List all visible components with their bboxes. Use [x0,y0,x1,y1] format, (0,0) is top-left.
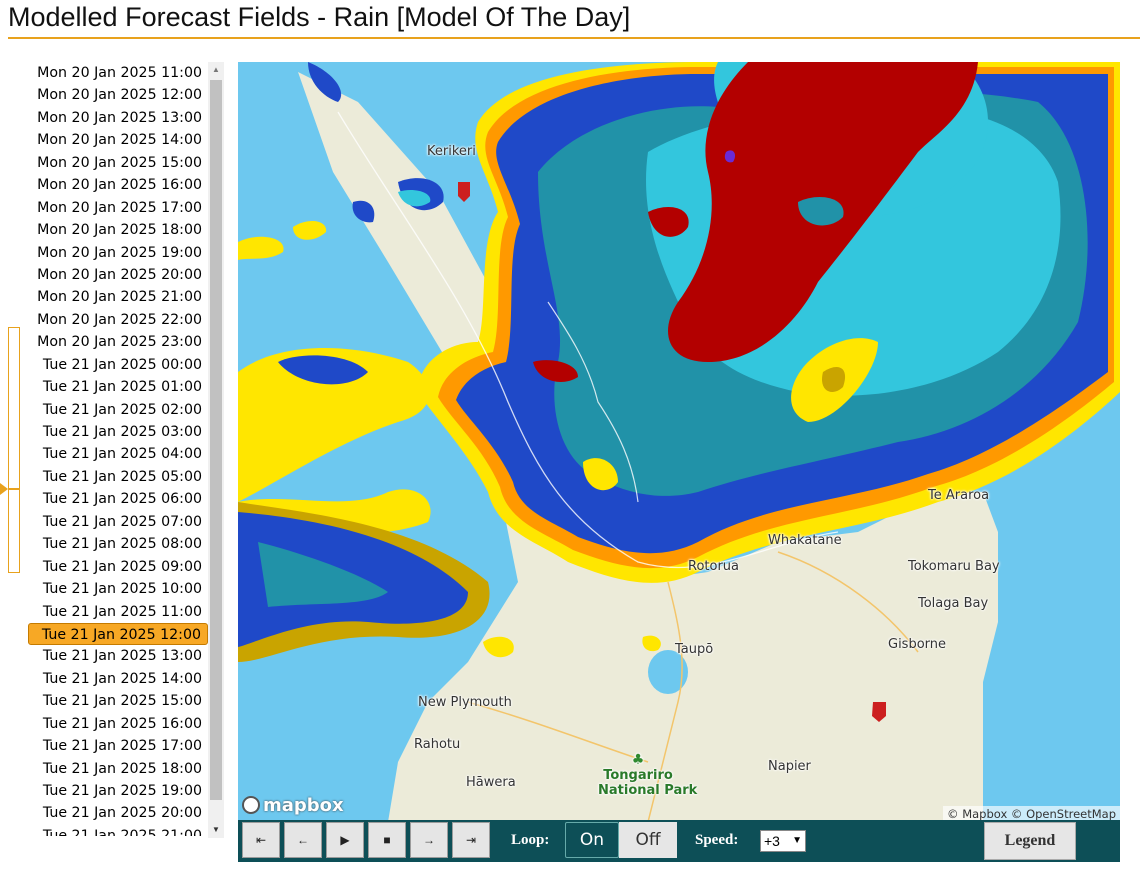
time-item[interactable]: Mon 20 Jan 2025 14:00 [28,129,208,151]
scroll-down-icon[interactable]: ▼ [208,822,224,838]
time-item[interactable]: Mon 20 Jan 2025 12:00 [28,84,208,106]
time-item[interactable]: Mon 20 Jan 2025 21:00 [28,286,208,308]
time-item[interactable]: Mon 20 Jan 2025 20:00 [28,264,208,286]
time-item[interactable]: Mon 20 Jan 2025 18:00 [28,219,208,241]
time-item[interactable]: Tue 21 Jan 2025 18:00 [28,758,208,780]
place-label: Gisborne [888,637,947,652]
place-label: Taupō [675,642,714,657]
place-label: Tolaga Bay [918,596,989,611]
time-item[interactable]: Mon 20 Jan 2025 16:00 [28,174,208,196]
time-item[interactable]: Tue 21 Jan 2025 01:00 [28,376,208,398]
play-button[interactable]: ▶ [326,822,364,858]
first-frame-button[interactable]: ⇤ [242,822,280,858]
time-item[interactable]: Tue 21 Jan 2025 17:00 [28,735,208,757]
skip-first-icon: ⇤ [255,833,267,847]
previous-frame-button[interactable]: ← [284,822,322,858]
time-item[interactable]: Tue 21 Jan 2025 14:00 [28,668,208,690]
place-label: Napier [768,759,811,774]
title-divider [8,37,1140,39]
time-list[interactable]: Mon 20 Jan 2025 11:00 Mon 20 Jan 2025 12:… [28,62,208,836]
park-icon: ♣ [631,752,645,768]
time-pointer-icon [0,483,8,495]
place-label: Hāwera [466,775,516,790]
place-label: Kerikeri [427,144,476,159]
time-item[interactable]: Tue 21 Jan 2025 16:00 [28,713,208,735]
animation-toolbar: ⇤ ← ▶ ■ → ⇥ Loop: On Off Speed: +3 ▼ Leg… [238,820,1120,862]
time-item[interactable]: Tue 21 Jan 2025 07:00 [28,511,208,533]
place-label: Rotorua [688,559,740,574]
time-item[interactable]: Tue 21 Jan 2025 19:00 [28,780,208,802]
stop-icon: ■ [383,833,391,847]
play-icon: ▶ [340,833,350,847]
time-item[interactable]: Tue 21 Jan 2025 11:00 [28,601,208,623]
time-item[interactable]: Tue 21 Jan 2025 08:00 [28,533,208,555]
time-item[interactable]: Tue 21 Jan 2025 04:00 [28,443,208,465]
time-item[interactable]: Tue 21 Jan 2025 02:00 [28,399,208,421]
page-title: Modelled Forecast Fields - Rain [Model O… [8,2,631,32]
place-label: Whakatane [768,533,842,548]
loop-on-button[interactable]: On [565,822,619,858]
park-label: ♣ Tongariro National Park [598,752,698,798]
place-label: New Plymouth [418,695,512,710]
forecast-map[interactable]: Kerikeri Te Araroa Whakatane Rotorua Tok… [238,62,1120,822]
time-item[interactable]: Mon 20 Jan 2025 23:00 [28,331,208,353]
chevron-down-icon: ▼ [792,835,802,846]
speed-select[interactable]: +3 ▼ [760,830,806,852]
loop-off-button[interactable]: Off [619,822,677,858]
time-item[interactable]: Mon 20 Jan 2025 19:00 [28,242,208,264]
time-item[interactable]: Mon 20 Jan 2025 13:00 [28,107,208,129]
stop-button[interactable]: ■ [368,822,406,858]
rain-overlay [238,62,1120,822]
time-item[interactable]: Mon 20 Jan 2025 22:00 [28,309,208,331]
next-frame-button[interactable]: → [410,822,448,858]
time-item[interactable]: Tue 21 Jan 2025 21:00 [28,825,208,836]
time-item[interactable]: Mon 20 Jan 2025 15:00 [28,152,208,174]
time-range-tick [8,488,20,490]
place-label: Te Araroa [928,488,990,503]
time-item[interactable]: Tue 21 Jan 2025 13:00 [28,645,208,667]
time-item[interactable]: Tue 21 Jan 2025 06:00 [28,488,208,510]
speed-label: Speed: [695,832,739,848]
skip-last-icon: ⇥ [465,833,477,847]
step-forward-icon: → [423,833,435,847]
mapbox-logo-icon [242,796,260,814]
legend-button[interactable]: Legend [984,822,1076,860]
time-range-bracket [8,327,20,573]
time-item[interactable]: Tue 21 Jan 2025 09:00 [28,556,208,578]
scroll-up-icon[interactable]: ▲ [208,62,224,78]
last-frame-button[interactable]: ⇥ [452,822,490,858]
loop-label: Loop: [511,832,550,848]
time-item[interactable]: Mon 20 Jan 2025 17:00 [28,197,208,219]
time-list-scrollbar[interactable]: ▲ ▼ [208,62,224,838]
time-item[interactable]: Tue 21 Jan 2025 20:00 [28,802,208,824]
time-item[interactable]: Tue 21 Jan 2025 03:00 [28,421,208,443]
time-item[interactable]: Mon 20 Jan 2025 11:00 [28,62,208,84]
place-label: Tokomaru Bay [908,559,1000,574]
time-item[interactable]: Tue 21 Jan 2025 05:00 [28,466,208,488]
time-item[interactable]: Tue 21 Jan 2025 15:00 [28,690,208,712]
scroll-thumb[interactable] [210,80,222,800]
place-label: Rahotu [414,737,461,752]
time-item[interactable]: Tue 21 Jan 2025 00:00 [28,354,208,376]
step-back-icon: ← [297,833,309,847]
mapbox-logo[interactable]: mapbox [242,795,344,816]
time-item-selected[interactable]: Tue 21 Jan 2025 12:00 [28,622,208,646]
time-item[interactable]: Tue 21 Jan 2025 10:00 [28,578,208,600]
